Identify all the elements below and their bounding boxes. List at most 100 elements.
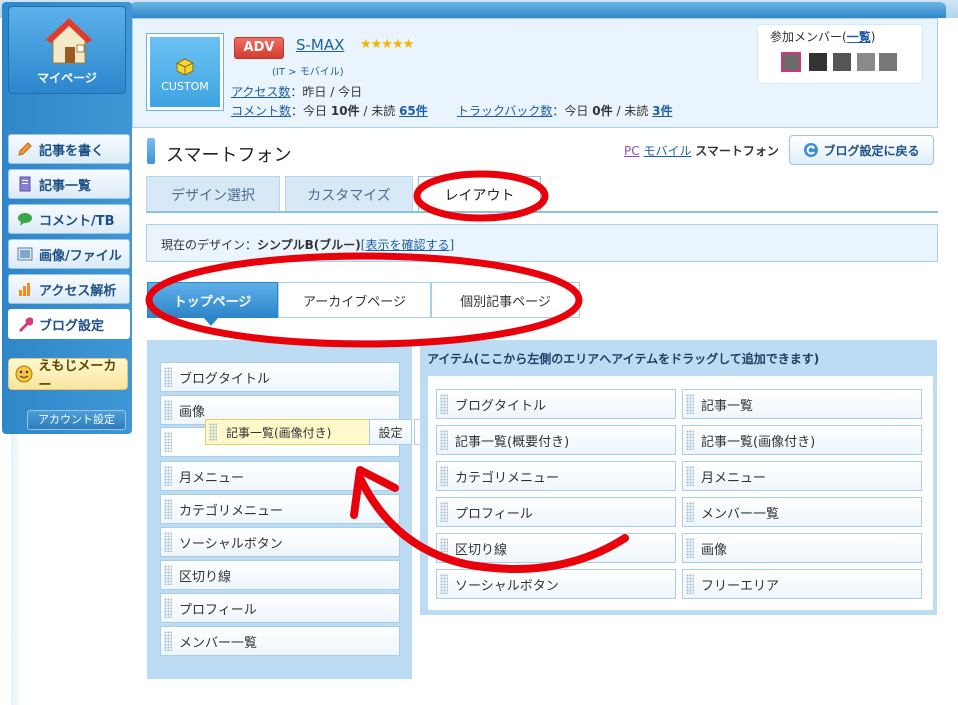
trackback-count-link[interactable]: トラックバック数 (457, 104, 552, 118)
drag-handle[interactable] (209, 423, 217, 441)
page-tab-top[interactable]: トップページ (147, 282, 278, 318)
items-panel-title: アイテム(ここから左側のエリアへアイテムをドラッグして追加できます) (427, 352, 820, 366)
view-design-link[interactable]: [表示を確認する] (361, 238, 454, 252)
slot-label: カテゴリメニュー (179, 503, 284, 519)
drag-handle[interactable] (686, 538, 694, 558)
members-list-link[interactable]: 一覧 (847, 30, 871, 44)
drag-handle[interactable] (164, 367, 172, 387)
speech-bubble-icon (15, 209, 35, 229)
item-tile[interactable]: カテゴリメニュー (436, 461, 676, 491)
comment-today: 10件 (330, 104, 360, 118)
members-label: 参加メンバー(一覧) (770, 28, 875, 45)
item-tile[interactable]: ソーシャルボタン (436, 569, 676, 599)
item-tile[interactable]: 記事一覧 (682, 389, 922, 419)
drag-handle[interactable] (440, 394, 448, 414)
item-tile[interactable]: ブログタイトル (436, 389, 676, 419)
drag-handle[interactable] (440, 538, 448, 558)
page-tab-article[interactable]: 個別記事ページ (431, 282, 580, 318)
slot-label: メンバー一覧 (179, 635, 258, 651)
sidebar-item-analytics[interactable]: アクセス解析 (8, 274, 130, 304)
layout-slot[interactable]: 月メニュー (160, 461, 400, 491)
drag-handle[interactable] (440, 430, 448, 450)
item-tile[interactable]: プロフィール (436, 497, 676, 527)
item-tile[interactable]: 記事一覧(概要付き) (436, 425, 676, 455)
mypage-button[interactable]: マイページ (8, 6, 126, 94)
item-tile[interactable]: メンバー一覧 (682, 497, 922, 527)
drag-handle[interactable] (164, 466, 172, 486)
device-pc-link[interactable]: PC (624, 144, 640, 158)
drag-handle[interactable] (686, 574, 694, 594)
page-tab-archive[interactable]: アーカイブページ (278, 282, 431, 318)
access-text: ：昨日 / 今日 (290, 85, 363, 99)
header-band (130, 2, 946, 18)
sidebar-shadow (11, 434, 19, 705)
member-avatar[interactable] (781, 52, 801, 72)
drag-handle[interactable] (164, 565, 172, 585)
sidebar-item-write[interactable]: 記事を書く (8, 134, 130, 164)
layout-slot[interactable]: カテゴリメニュー (160, 494, 400, 524)
sidebar-item-comments[interactable]: コメント/TB (8, 204, 130, 234)
drag-handle[interactable] (164, 598, 172, 618)
layout-slot[interactable]: メンバー一覧 (160, 626, 400, 656)
drag-handle[interactable] (440, 466, 448, 486)
emoji-maker-button[interactable]: えもじメーカー (8, 358, 128, 393)
member-avatar[interactable] (878, 52, 898, 72)
house-icon (45, 18, 93, 64)
sidebar-item-images[interactable]: 画像/ファイル (8, 239, 130, 269)
comment-count-link[interactable]: コメント数 (231, 104, 291, 118)
device-mobile-link[interactable]: モバイル (643, 144, 691, 158)
item-label: フリーエリア (701, 578, 780, 594)
trackback-unread-link[interactable]: 3件 (652, 104, 672, 118)
title-accent-bar (147, 138, 155, 164)
tab-layout[interactable]: レイアウト (418, 176, 541, 213)
sidebar-item-label: 記事を書く (39, 143, 105, 159)
item-tile[interactable]: 月メニュー (682, 461, 922, 491)
drag-handle[interactable] (686, 394, 694, 414)
drag-handle[interactable] (164, 631, 172, 651)
layout-slot[interactable]: ソーシャルボタン (160, 527, 400, 557)
trackback-text: ：今日 (552, 104, 589, 118)
emoji-maker-label: えもじメーカー (38, 359, 117, 393)
drag-handle[interactable] (686, 466, 694, 486)
layout-slot[interactable]: 区切り線 (160, 560, 400, 590)
account-settings-button[interactable]: アカウント設定 (27, 410, 126, 430)
back-to-settings-button[interactable]: ブログ設定に戻る (789, 135, 934, 165)
drag-handle (164, 432, 172, 452)
member-avatar[interactable] (832, 52, 852, 72)
member-avatar[interactable] (856, 52, 876, 72)
item-tile[interactable]: フリーエリア (682, 569, 922, 599)
blog-name-link[interactable]: S-MAX (296, 36, 344, 54)
item-settings-button[interactable]: 設定 (369, 419, 412, 445)
member-avatar[interactable] (808, 52, 828, 72)
sidebar-item-label: アクセス解析 (39, 283, 117, 299)
blog-category-link[interactable]: (IT > モバイル) (272, 63, 344, 78)
sidebar-item-articles[interactable]: 記事一覧 (8, 169, 130, 199)
layout-slot[interactable]: ブログタイトル (160, 362, 400, 392)
drag-handle[interactable] (164, 532, 172, 552)
tab-underline (146, 211, 938, 213)
drag-handle[interactable] (440, 574, 448, 594)
access-count-link[interactable]: アクセス数 (231, 85, 290, 99)
drag-handle[interactable] (440, 502, 448, 522)
dragging-item[interactable]: 記事一覧(画像付き) (205, 419, 370, 445)
layout-slot[interactable]: プロフィール (160, 593, 400, 623)
emoji-face-icon (13, 363, 34, 385)
item-tile[interactable]: 区切り線 (436, 533, 676, 563)
back-arrow-icon (803, 142, 819, 158)
item-label: ブログタイトル (455, 398, 547, 414)
item-tile[interactable]: 記事一覧(画像付き) (682, 425, 922, 455)
sidebar-item-blog-settings[interactable]: ブログ設定 (8, 309, 130, 339)
tab-design-select[interactable]: デザイン選択 (146, 176, 280, 212)
slot-label: 画像 (179, 404, 206, 420)
tab-customize[interactable]: カスタマイズ (285, 176, 413, 212)
item-label: プロフィール (455, 506, 533, 522)
drag-handle[interactable] (686, 502, 694, 522)
drag-handle[interactable] (164, 400, 172, 420)
active-tab-pointer (203, 317, 219, 326)
drag-handle[interactable] (686, 430, 694, 450)
comment-unread-link[interactable]: 65件 (399, 104, 428, 118)
comment-unread-label: / 未読 (363, 104, 396, 118)
rating-stars: ★★★★★ (360, 37, 414, 52)
item-tile[interactable]: 画像 (682, 533, 922, 563)
drag-handle[interactable] (164, 499, 172, 519)
